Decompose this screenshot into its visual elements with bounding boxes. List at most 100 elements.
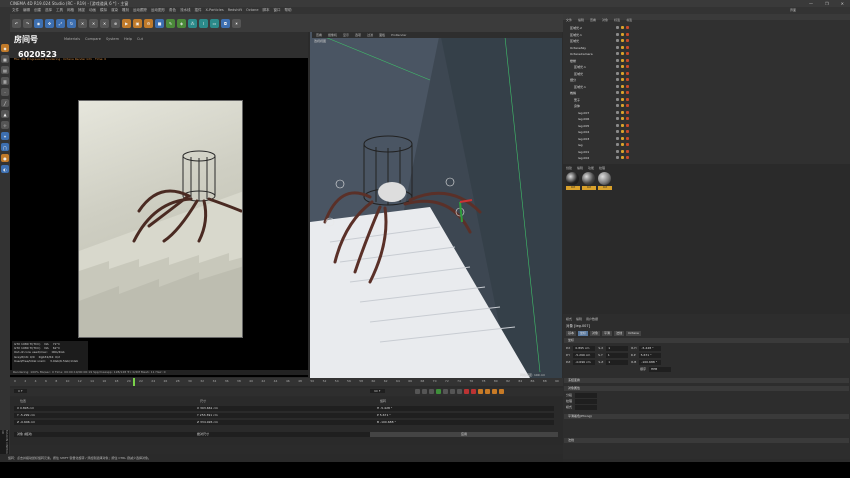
magnet-icon[interactable]: ⋂: [1, 143, 9, 151]
solo-icon[interactable]: ◐: [1, 165, 9, 173]
tag-icon[interactable]: [616, 84, 619, 88]
tag-icon[interactable]: [621, 26, 624, 29]
tag-icon[interactable]: [621, 58, 624, 62]
next-frame-icon[interactable]: [443, 389, 448, 394]
live-viewer-menu-item[interactable]: Cut: [137, 37, 143, 41]
object-row[interactable]: 细分: [566, 77, 846, 83]
object-row[interactable]: 区域光: [566, 38, 846, 44]
param-field[interactable]: -0.696 cm: [573, 360, 596, 365]
workplane-icon[interactable]: ▥: [1, 77, 9, 85]
object-row[interactable]: leg.005: [566, 123, 846, 129]
menu-item[interactable]: 角色: [169, 7, 176, 14]
edges-mode-icon[interactable]: ╱: [1, 99, 9, 107]
menu-item[interactable]: 运动跟踪: [133, 7, 147, 14]
tag-icon[interactable]: [626, 91, 629, 94]
object-menu-item[interactable]: 对象: [602, 18, 608, 22]
live-viewer-menu-item[interactable]: Compare: [85, 37, 101, 41]
tag-icon[interactable]: [626, 58, 629, 62]
object-row[interactable]: 区域光: [566, 71, 846, 77]
tag-icon[interactable]: [626, 65, 629, 68]
object-row[interactable]: leg.003: [566, 136, 846, 142]
menu-item[interactable]: 流水线: [180, 7, 191, 14]
play-icon[interactable]: [436, 389, 441, 394]
tag-icon[interactable]: [626, 78, 629, 81]
object-row[interactable]: 区域光.1: [566, 84, 846, 90]
snap-icon[interactable]: ⌖: [1, 132, 9, 140]
object-row[interactable]: leg: [566, 142, 846, 148]
tag-icon[interactable]: [616, 52, 619, 55]
light-icon[interactable]: ☀: [232, 18, 241, 28]
live-viewer-menu-item[interactable]: Help: [124, 37, 132, 41]
viewport-menu-item[interactable]: 过滤: [367, 32, 373, 38]
end-frame-field[interactable]: 90 F: [370, 389, 385, 393]
menu-item[interactable]: 创建: [34, 7, 41, 14]
material-swatch[interactable]: Oct: [582, 172, 596, 192]
menu-item[interactable]: Redshift: [228, 7, 242, 14]
param-field[interactable]: 0.895 cm: [573, 346, 596, 351]
size-field[interactable]: Y 253.391 cm: [194, 413, 374, 418]
viewport-menu-item[interactable]: 摄像机: [328, 32, 337, 38]
object-menu-item[interactable]: 书签: [626, 18, 632, 22]
object-row[interactable]: 区域光.2: [566, 25, 846, 31]
menu-item[interactable]: 帮助: [285, 7, 292, 14]
tag-icon[interactable]: [621, 156, 624, 159]
attribute-tab[interactable]: 平滑: [602, 331, 613, 336]
tag-icon[interactable]: [626, 123, 629, 127]
viewport-menu-item[interactable]: 面板: [379, 32, 385, 38]
render-settings-icon[interactable]: ⚙: [144, 18, 153, 28]
previous-frame-icon[interactable]: [429, 389, 434, 394]
menu-item[interactable]: 插件: [195, 7, 202, 14]
material-menu-item[interactable]: 功能: [588, 166, 594, 170]
tag-icon[interactable]: [616, 110, 619, 114]
tag-icon[interactable]: [626, 143, 629, 146]
tag-icon[interactable]: [616, 149, 619, 153]
menu-item[interactable]: 脚本: [263, 7, 270, 14]
size-field[interactable]: Z 334.926 cm: [194, 420, 374, 425]
normal-section[interactable]: 法线: [564, 438, 849, 443]
menu-item[interactable]: 渲染: [111, 7, 118, 14]
param-field[interactable]: 1: [606, 346, 629, 351]
tag-icon[interactable]: [626, 117, 629, 120]
tag-icon[interactable]: [616, 104, 619, 107]
tag-icon[interactable]: [621, 52, 624, 55]
tag-icon[interactable]: [621, 136, 624, 140]
attribute-tab[interactable]: 坐标: [578, 331, 589, 336]
object-row[interactable]: OctaneSky: [566, 45, 846, 51]
move-icon[interactable]: ✥: [45, 18, 54, 28]
cube-icon[interactable]: ■: [155, 18, 164, 28]
minimize-button[interactable]: —: [809, 0, 813, 7]
tag-icon[interactable]: [616, 32, 619, 36]
material-swatch[interactable]: Oct: [566, 172, 580, 192]
object-axis-z-icon[interactable]: ✕: [100, 18, 109, 28]
playhead[interactable]: [133, 378, 135, 386]
object-menu-item[interactable]: 文件: [566, 18, 572, 22]
material-menu-item[interactable]: 纹理: [599, 166, 605, 170]
floor-icon[interactable]: ▭: [210, 18, 219, 28]
tag-icon[interactable]: [616, 123, 619, 127]
current-frame-field[interactable]: 0 F: [14, 389, 27, 393]
attribute-tab[interactable]: Octane: [626, 331, 641, 336]
previous-key-icon[interactable]: [422, 389, 427, 394]
object-field-input[interactable]: [575, 405, 598, 410]
coordinates-section[interactable]: 坐标: [564, 338, 849, 343]
object-field-input[interactable]: [575, 393, 598, 398]
material-menu-item[interactable]: 创建: [566, 166, 572, 170]
tag-icon[interactable]: [621, 149, 624, 153]
live-viewer-menu-item[interactable]: Materials: [64, 37, 80, 41]
tag-icon[interactable]: [616, 117, 619, 120]
tag-icon[interactable]: [626, 156, 629, 159]
tag-icon[interactable]: [626, 39, 629, 42]
param-field[interactable]: 5.671 °: [638, 353, 661, 358]
object-row[interactable]: 笼子: [566, 97, 846, 103]
menu-item[interactable]: 网格: [67, 7, 74, 14]
tag-icon[interactable]: [621, 39, 624, 42]
tag-icon[interactable]: [616, 78, 619, 81]
tag-icon[interactable]: [616, 26, 619, 29]
undo-icon[interactable]: ↶: [12, 18, 21, 28]
object-row[interactable]: leg.007: [566, 110, 846, 116]
attribute-menu-item[interactable]: 编辑: [576, 317, 582, 321]
param-field[interactable]: -100.688 °: [639, 360, 662, 365]
tag-icon[interactable]: [621, 110, 624, 114]
apply-button[interactable]: 应用: [370, 432, 558, 437]
menu-item[interactable]: 捕捉: [78, 7, 85, 14]
